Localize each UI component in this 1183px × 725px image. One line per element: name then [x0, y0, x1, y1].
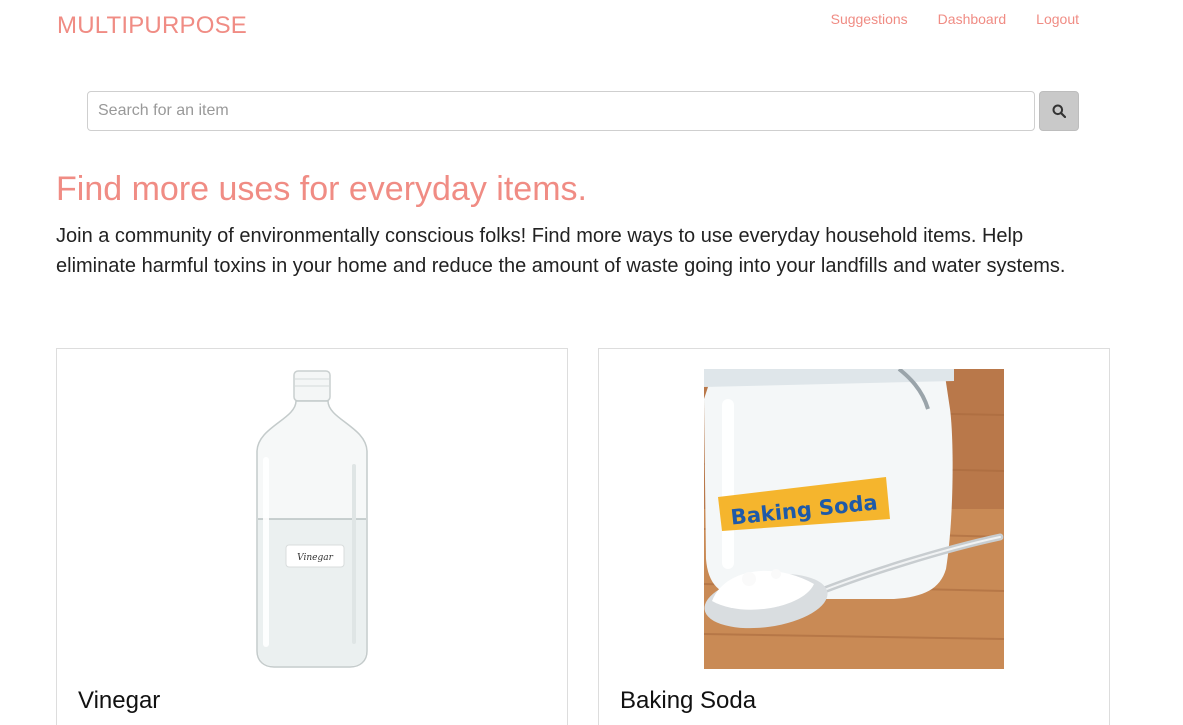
brand-logo[interactable]: MULTIPURPOSE [57, 12, 247, 40]
intro-text: Join a community of environmentally cons… [56, 225, 1066, 277]
page-headline: Find more uses for everyday items. [56, 170, 587, 208]
search-icon [1052, 104, 1066, 118]
item-card-title: Vinegar [78, 687, 161, 714]
item-card-baking-soda[interactable]: Baking Soda Baking Soda [598, 348, 1110, 725]
item-card-vinegar[interactable]: Vinegar Vinegar [56, 348, 568, 725]
search-button[interactable] [1039, 91, 1079, 131]
search-bar [87, 91, 1079, 131]
svg-text:Vinegar: Vinegar [297, 553, 333, 563]
nav-logout[interactable]: Logout [1036, 11, 1079, 27]
item-card-title: Baking Soda [620, 687, 757, 714]
top-nav: Suggestions Dashboard Logout [831, 11, 1079, 27]
nav-dashboard[interactable]: Dashboard [938, 11, 1007, 27]
vinegar-bottle-image: Vinegar [162, 369, 462, 669]
search-input[interactable] [87, 91, 1035, 131]
baking-soda-jar-image: Baking Soda [704, 369, 1004, 669]
nav-suggestions[interactable]: Suggestions [831, 11, 908, 27]
